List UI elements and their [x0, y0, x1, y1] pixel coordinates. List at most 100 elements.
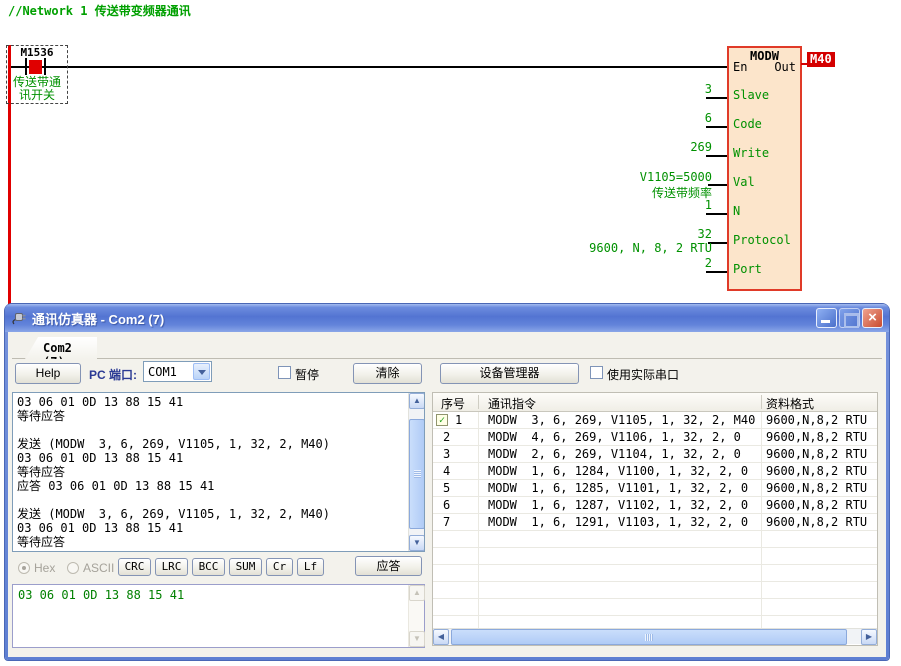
wire: [706, 271, 727, 273]
contact-name: M1536: [6, 46, 68, 59]
modw-function-block[interactable]: MODW En Out Slave Code Write Val N Proto…: [727, 46, 802, 291]
pin-label-port: Port: [733, 262, 762, 276]
pin-value-code[interactable]: 6: [705, 111, 712, 125]
pin-label-slave: Slave: [733, 88, 769, 102]
pin-label-val: Val: [733, 175, 755, 189]
table-row[interactable]: 5 MODW 1, 6, 1285, V1101, 1, 32, 2, 0 96…: [433, 480, 877, 497]
response-scrollbar: ▲ ▼: [408, 585, 424, 647]
device-manager-button[interactable]: 设备管理器: [440, 363, 579, 384]
row-fmt: 9600,N,8,2 RTU: [766, 464, 867, 478]
pin-value-val[interactable]: V1105=5000: [640, 170, 712, 184]
table-row[interactable]: 3 MODW 2, 6, 269, V1104, 1, 32, 2, 0 960…: [433, 446, 877, 463]
header-num: 序号: [441, 395, 465, 412]
header-cmd: 通讯指令: [488, 395, 536, 412]
serial-plug-icon: [11, 310, 27, 326]
lrc-button[interactable]: LRC: [155, 558, 188, 576]
row-fmt: 9600,N,8,2 RTU: [766, 498, 867, 512]
pin-value-n[interactable]: 1: [705, 198, 712, 212]
table-row[interactable]: 7 MODW 1, 6, 1291, V1103, 1, 32, 2, 0 96…: [433, 514, 877, 531]
table-row[interactable]: ✓ 1 MODW 3, 6, 269, V1105, 1, 32, 2, M40…: [433, 412, 877, 429]
table-hscrollbar-thumb[interactable]: [451, 629, 847, 645]
table-hscrollbar[interactable]: ◀ ▶: [433, 628, 877, 644]
block-out-pin: Out: [774, 60, 796, 74]
pause-checkbox[interactable]: [278, 366, 291, 379]
row-fmt: 9600,N,8,2 RTU: [766, 447, 867, 461]
scroll-down-icon[interactable]: ▼: [409, 535, 425, 551]
pin-value-protocol-note: 9600, N, 8, 2 RTU: [589, 241, 712, 255]
pin-value-val-note: 传送带频率: [652, 184, 712, 201]
com-port-value: COM1: [148, 365, 177, 379]
table-header: 序号 通讯指令 资料格式: [433, 393, 877, 412]
wire: [11, 66, 727, 68]
row-cmd: MODW 2, 6, 269, V1104, 1, 32, 2, 0: [488, 447, 741, 461]
scroll-right-icon[interactable]: ▶: [861, 629, 877, 645]
pin-value-protocol[interactable]: 32: [698, 227, 712, 241]
response-text: 03 06 01 0D 13 88 15 41: [18, 588, 184, 602]
close-button[interactable]: ×: [862, 308, 883, 328]
comm-log-textarea[interactable]: 03 06 01 0D 13 88 15 41 等待应答 发送 (MODW 3,…: [12, 392, 425, 552]
table-empty-row: [433, 531, 877, 548]
minimize-button[interactable]: [816, 308, 837, 328]
table-empty-row: [433, 582, 877, 599]
row-fmt: 9600,N,8,2 RTU: [766, 481, 867, 495]
row-num: 3: [443, 447, 450, 461]
cr-button[interactable]: Cr: [266, 558, 293, 576]
use-real-port-checkbox[interactable]: [590, 366, 603, 379]
crc-button[interactable]: CRC: [118, 558, 151, 576]
row-cmd: MODW 1, 6, 1284, V1100, 1, 32, 2, 0: [488, 464, 748, 478]
wire: [706, 126, 727, 128]
ascii-radio: [67, 562, 79, 574]
table-rows: ✓ 1 MODW 3, 6, 269, V1105, 1, 32, 2, M40…: [433, 412, 877, 630]
table-row[interactable]: 4 MODW 1, 6, 1284, V1100, 1, 32, 2, 0 96…: [433, 463, 877, 480]
answer-button[interactable]: 应答: [355, 556, 422, 576]
header-fmt: 资料格式: [766, 395, 814, 412]
response-textarea[interactable]: 03 06 01 0D 13 88 15 41 ▲ ▼: [12, 584, 425, 648]
contact-bar-right: [44, 58, 46, 75]
table-empty-row: [433, 548, 877, 565]
row-fmt: 9600,N,8,2 RTU: [766, 430, 867, 444]
pin-label-write: Write: [733, 146, 769, 160]
row-cmd: MODW 4, 6, 269, V1106, 1, 32, 2, 0: [488, 430, 741, 444]
ascii-label: ASCII: [83, 561, 114, 575]
titlebar[interactable]: 通讯仿真器 - Com2 (7) ×: [5, 304, 889, 332]
chevron-down-icon[interactable]: [193, 363, 210, 380]
row-cmd: MODW 3, 6, 269, V1105, 1, 32, 2, M40: [488, 413, 755, 427]
tab-com2[interactable]: Com2 (7): [25, 337, 97, 359]
pin-label-protocol: Protocol: [733, 233, 791, 247]
table-row[interactable]: 6 MODW 1, 6, 1287, V1102, 1, 32, 2, 0 96…: [433, 497, 877, 514]
row-cmd: MODW 1, 6, 1287, V1102, 1, 32, 2, 0: [488, 498, 748, 512]
contact-active-indicator: [29, 60, 42, 74]
log-scrollbar-thumb[interactable]: [409, 419, 425, 529]
scroll-up-icon[interactable]: ▲: [409, 393, 425, 409]
block-en-pin: En: [733, 60, 747, 74]
wire: [706, 97, 727, 99]
pause-label[interactable]: 暂停: [295, 366, 319, 383]
maximize-button: [839, 308, 860, 328]
row-checkbox-checked[interactable]: ✓: [436, 414, 448, 426]
lf-button[interactable]: Lf: [297, 558, 324, 576]
scroll-down-icon: ▼: [409, 631, 425, 647]
scroll-left-icon[interactable]: ◀: [433, 629, 449, 645]
command-table: 序号 通讯指令 资料格式 ✓ 1 MODW 3, 6, 269, V1105, …: [432, 392, 878, 646]
use-real-port-label[interactable]: 使用实际串口: [607, 366, 679, 383]
pin-value-port[interactable]: 2: [705, 256, 712, 270]
wire: [706, 213, 727, 215]
bcc-button[interactable]: BCC: [192, 558, 225, 576]
log-scrollbar[interactable]: ▲ ▼: [408, 393, 424, 551]
com-port-select[interactable]: COM1: [143, 361, 212, 382]
header-separator: [478, 395, 479, 409]
port-label: PC 端口:: [89, 366, 137, 383]
row-cmd: MODW 1, 6, 1285, V1101, 1, 32, 2, 0: [488, 481, 748, 495]
pin-value-slave[interactable]: 3: [705, 82, 712, 96]
row-num: 2: [443, 430, 450, 444]
contact-bar-left: [25, 58, 27, 75]
pin-value-write[interactable]: 269: [690, 140, 712, 154]
out-operand-badge[interactable]: M40: [807, 52, 835, 67]
help-button[interactable]: Help: [15, 363, 81, 384]
sum-button[interactable]: SUM: [229, 558, 262, 576]
clear-button[interactable]: 清除: [353, 363, 422, 384]
row-num: 1: [455, 413, 462, 427]
row-fmt: 9600,N,8,2 RTU: [766, 413, 867, 427]
table-row[interactable]: 2 MODW 4, 6, 269, V1106, 1, 32, 2, 0 960…: [433, 429, 877, 446]
screen: //Network 1 传送带变频器通讯 M1536 传送带通 讯开关 3 6 …: [0, 0, 901, 666]
